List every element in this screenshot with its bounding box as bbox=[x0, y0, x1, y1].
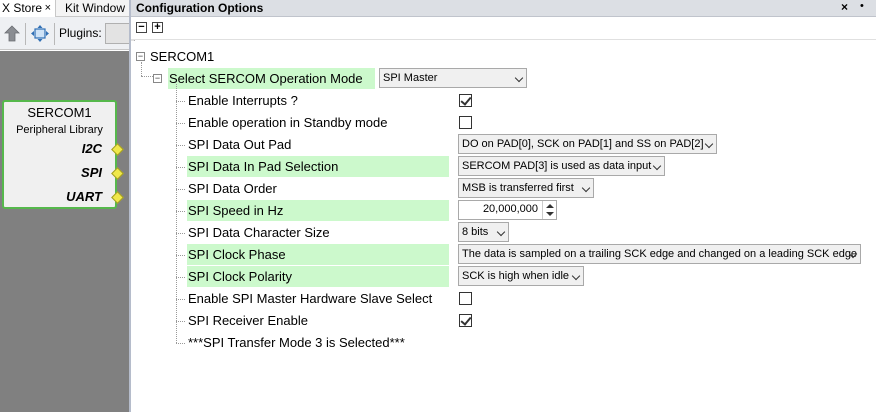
clock-polarity-value: SCK is high when idle bbox=[462, 270, 570, 282]
config-toolbar: − + bbox=[131, 18, 876, 40]
data-order-dropdown[interactable]: MSB is transferred first bbox=[458, 178, 594, 198]
spinner-arrows[interactable] bbox=[542, 201, 556, 219]
clock-polarity-dropdown[interactable]: SCK is high when idle bbox=[458, 266, 584, 286]
mode-label: Select SERCOM Operation Mode bbox=[168, 68, 375, 89]
plugins-label: Plugins: bbox=[59, 26, 102, 40]
config-panel-header: Configuration Options × • bbox=[131, 0, 876, 17]
tree-branch bbox=[176, 211, 185, 212]
transfer-mode-comment: ***SPI Transfer Mode 3 is Selected*** bbox=[188, 335, 405, 350]
tab-kit-label: Kit Window bbox=[65, 1, 126, 15]
up-arrow-icon[interactable] bbox=[4, 25, 20, 42]
sercom1-component-block[interactable]: SERCOM1 Peripheral Library I2C SPI UART bbox=[2, 100, 124, 209]
checkbox-receiver-enable[interactable] bbox=[459, 314, 472, 327]
chevron-down-icon bbox=[581, 183, 591, 193]
option-label-data-out-pad: SPI Data Out Pad bbox=[188, 137, 292, 152]
port-label-uart: UART bbox=[66, 189, 102, 204]
close-icon[interactable]: × bbox=[841, 0, 848, 14]
tree-collapse-toggle[interactable]: − bbox=[136, 52, 145, 61]
panel-menu-icon[interactable]: • bbox=[860, 0, 864, 12]
tree-line bbox=[141, 76, 153, 77]
data-in-pad-value: SERCOM PAD[3] is used as data input bbox=[462, 160, 652, 172]
data-in-pad-dropdown[interactable]: SERCOM PAD[3] is used as data input bbox=[458, 156, 665, 176]
tree-branch bbox=[176, 277, 185, 278]
tree-branch bbox=[176, 321, 185, 322]
chevron-down-icon bbox=[652, 161, 662, 171]
toolbar-separator bbox=[54, 23, 55, 45]
port-label-spi: SPI bbox=[81, 165, 102, 180]
block-title: SERCOM1 bbox=[27, 105, 92, 120]
tree-line bbox=[141, 62, 142, 76]
chevron-down-icon bbox=[496, 227, 506, 237]
char-size-value: 8 bits bbox=[462, 226, 489, 238]
chevron-down-icon bbox=[704, 139, 714, 149]
operation-mode-value: SPI Master bbox=[383, 72, 438, 84]
option-label-standby: Enable operation in Standby mode bbox=[188, 115, 388, 130]
operation-mode-dropdown[interactable]: SPI Master bbox=[379, 68, 527, 88]
data-out-pad-value: DO on PAD[0], SCK on PAD[1] and SS on PA… bbox=[462, 138, 704, 150]
tab-store-label: X Store bbox=[2, 1, 43, 15]
spinner-up-icon[interactable] bbox=[546, 204, 554, 208]
option-label-clock-phase: SPI Clock Phase bbox=[187, 244, 449, 265]
data-order-value: MSB is transferred first bbox=[462, 182, 574, 194]
option-label-speed: SPI Speed in Hz bbox=[187, 200, 449, 221]
clock-phase-dropdown[interactable]: The data is sampled on a trailing SCK ed… bbox=[458, 244, 861, 264]
port-i2c-connector[interactable] bbox=[111, 143, 124, 156]
tree-branch bbox=[176, 255, 185, 256]
option-label-data-in-pad: SPI Data In Pad Selection bbox=[187, 156, 449, 177]
spi-speed-spinner[interactable]: 20,000,000 bbox=[458, 200, 557, 220]
data-out-pad-dropdown[interactable]: DO on PAD[0], SCK on PAD[1] and SS on PA… bbox=[458, 134, 717, 154]
tab-close-icon[interactable]: × bbox=[45, 0, 51, 16]
checkbox-enable-interrupts[interactable] bbox=[459, 94, 472, 107]
toolbar-separator bbox=[25, 23, 26, 45]
tree-branch bbox=[176, 167, 185, 168]
option-label-interrupts: Enable Interrupts ? bbox=[188, 93, 298, 108]
option-label-char-size: SPI Data Character Size bbox=[188, 225, 330, 240]
checkbox-hw-slave-select[interactable] bbox=[459, 292, 472, 305]
tree-branch bbox=[176, 101, 185, 102]
tree-branch bbox=[176, 189, 185, 190]
option-label-receiver-enable: SPI Receiver Enable bbox=[188, 313, 308, 328]
checkbox-standby-mode[interactable] bbox=[459, 116, 472, 129]
collapse-all-button[interactable]: − bbox=[136, 22, 147, 33]
option-label-hw-slave-select: Enable SPI Master Hardware Slave Select bbox=[188, 291, 433, 306]
chevron-down-icon bbox=[571, 271, 581, 281]
option-label-clock-polarity: SPI Clock Polarity bbox=[187, 266, 449, 287]
left-tab-strip: X Store × Kit Window bbox=[0, 0, 129, 17]
tree-branch bbox=[176, 343, 185, 344]
expand-all-button[interactable]: + bbox=[152, 22, 163, 33]
char-size-dropdown[interactable]: 8 bits bbox=[458, 222, 509, 242]
block-subtitle: Peripheral Library bbox=[16, 124, 103, 136]
port-label-i2c: I2C bbox=[81, 141, 102, 156]
tree-branch bbox=[176, 233, 185, 234]
tree-branch bbox=[176, 299, 185, 300]
spinner-down-icon[interactable] bbox=[546, 212, 554, 216]
port-spi-connector[interactable] bbox=[111, 167, 124, 180]
clock-phase-value: The data is sampled on a trailing SCK ed… bbox=[462, 248, 858, 260]
tab-store[interactable]: X Store × bbox=[0, 0, 56, 17]
project-graph-canvas[interactable]: SERCOM1 Peripheral Library I2C SPI UART bbox=[0, 51, 129, 412]
spi-speed-value: 20,000,000 bbox=[482, 203, 538, 215]
port-uart-connector[interactable] bbox=[111, 191, 124, 204]
config-panel-title: Configuration Options bbox=[136, 1, 264, 15]
chevron-down-icon bbox=[514, 73, 524, 83]
tree-branch bbox=[176, 145, 185, 146]
fit-to-window-icon[interactable] bbox=[30, 24, 50, 43]
option-label-data-order: SPI Data Order bbox=[188, 181, 277, 196]
tree-root-sercom1[interactable]: SERCOM1 bbox=[149, 46, 214, 67]
tree-branch bbox=[176, 123, 185, 124]
tab-kit-window[interactable]: Kit Window bbox=[57, 0, 129, 17]
graph-toolbar: Plugins: bbox=[0, 17, 135, 50]
config-tree: − SERCOM1 − Select SERCOM Operation Mode… bbox=[131, 41, 876, 412]
tree-collapse-toggle[interactable]: − bbox=[153, 74, 162, 83]
